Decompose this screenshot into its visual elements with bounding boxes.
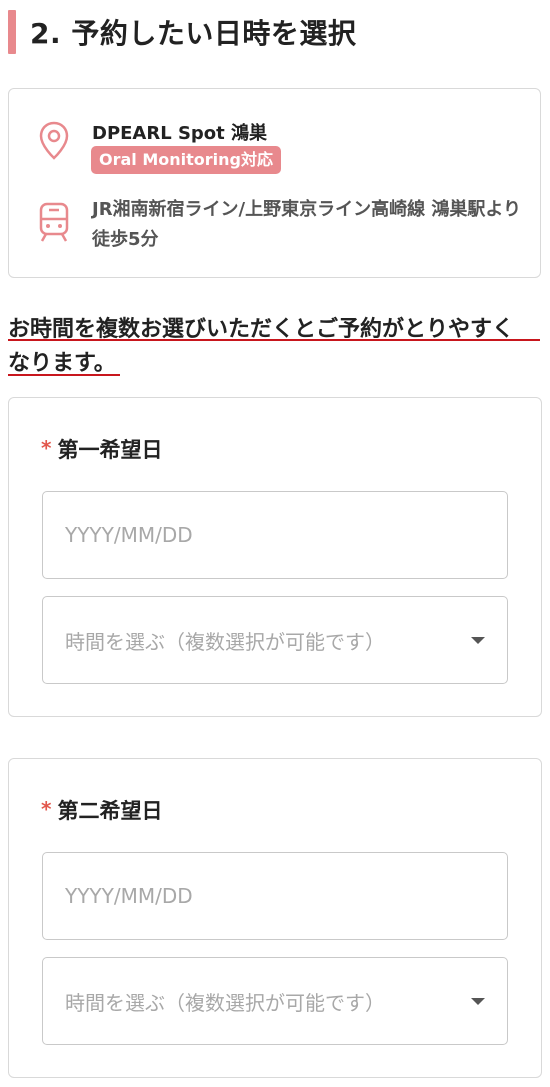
second-date-input[interactable]: YYYY/MM/DD <box>42 852 508 940</box>
second-time-select[interactable]: 時間を選ぶ（複数選択が可能です） <box>42 957 508 1045</box>
store-location-row <box>37 121 71 161</box>
heading-accent-bar <box>8 10 16 54</box>
notice-underline-2 <box>8 374 120 376</box>
section-heading: 2. 予約したい日時を選択 <box>8 10 356 54</box>
first-preference-label: * 第一希望日 <box>41 434 162 464</box>
first-time-placeholder: 時間を選ぶ（複数選択が可能です） <box>65 629 385 654</box>
store-info-card: DPEARL Spot 鴻巣 Oral Monitoring対応 JR湘南新宿ラ… <box>8 88 541 278</box>
required-asterisk: * <box>41 797 52 821</box>
booking-notice: お時間を複数お選びいただくとご予約がとりやすく なります。 <box>8 313 548 381</box>
required-asterisk: * <box>41 436 52 460</box>
oral-monitoring-badge: Oral Monitoring対応 <box>91 146 281 174</box>
second-preference-card: * 第二希望日 YYYY/MM/DD 時間を選ぶ（複数選択が可能です） <box>8 758 542 1078</box>
first-date-input[interactable]: YYYY/MM/DD <box>42 491 508 579</box>
store-access-text: JR湘南新宿ライン/上野東京ライン高崎線 鴻巣駅より徒歩5分 <box>92 199 522 250</box>
second-time-placeholder: 時間を選ぶ（複数選択が可能です） <box>65 990 385 1015</box>
chevron-down-icon <box>471 637 485 644</box>
first-preference-title: 第一希望日 <box>57 438 163 462</box>
first-time-select[interactable]: 時間を選ぶ（複数選択が可能です） <box>42 596 508 684</box>
notice-underline-1 <box>8 339 540 341</box>
first-preference-card: * 第一希望日 YYYY/MM/DD 時間を選ぶ（複数選択が可能です） <box>8 397 542 717</box>
train-icon <box>37 201 71 243</box>
store-name: DPEARL Spot 鴻巣 <box>92 123 268 144</box>
first-date-placeholder: YYYY/MM/DD <box>65 523 193 547</box>
location-pin-icon <box>37 121 71 161</box>
section-title: 2. 予約したい日時を選択 <box>30 17 357 50</box>
store-access-row <box>37 201 71 243</box>
notice-line-1: お時間を複数お選びいただくとご予約がとりやすく <box>8 317 515 342</box>
second-preference-title: 第二希望日 <box>57 799 163 823</box>
second-date-placeholder: YYYY/MM/DD <box>65 884 193 908</box>
chevron-down-icon <box>471 998 485 1005</box>
second-preference-label: * 第二希望日 <box>41 795 162 825</box>
